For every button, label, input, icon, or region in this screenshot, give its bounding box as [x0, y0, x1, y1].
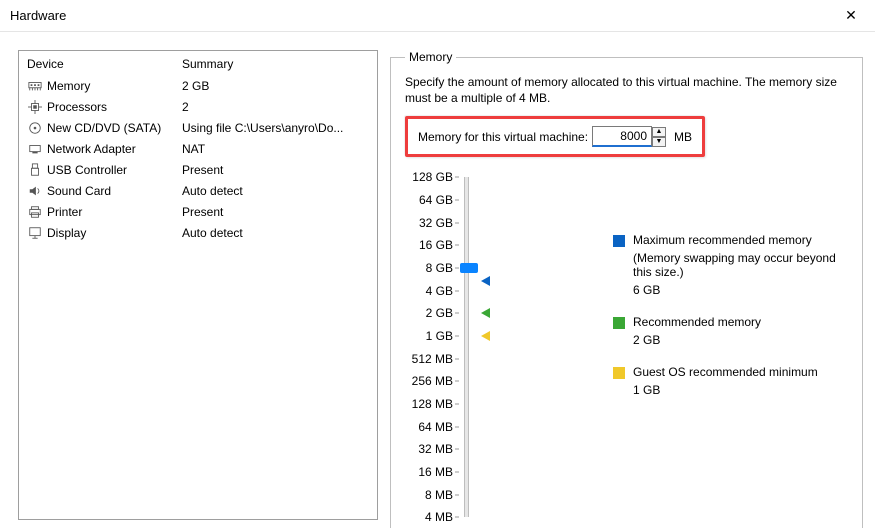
- slider-thumb[interactable]: [460, 263, 478, 273]
- slider-track[interactable]: [464, 177, 469, 517]
- memory-group-title: Memory: [405, 50, 456, 64]
- header-device: Device: [27, 57, 182, 71]
- legend-rec-label: Recommended memory: [633, 315, 761, 329]
- dialog-content: Device Summary Memory2 GBProcessors2New …: [0, 32, 875, 528]
- hardware-list-panel: Device Summary Memory2 GBProcessors2New …: [18, 50, 378, 520]
- tick-label: 16 MB: [418, 465, 453, 479]
- device-name: Network Adapter: [47, 142, 182, 156]
- hardware-row[interactable]: PrinterPresent: [27, 201, 369, 222]
- hardware-row[interactable]: Sound CardAuto detect: [27, 180, 369, 201]
- tick-label: 512 MB: [412, 352, 453, 366]
- memory-input-label: Memory for this virtual machine:: [418, 130, 592, 144]
- hardware-row[interactable]: New CD/DVD (SATA)Using file C:\Users\any…: [27, 117, 369, 138]
- memory-group: Memory Specify the amount of memory allo…: [390, 50, 863, 528]
- memory-spinner: ▲ ▼: [652, 127, 666, 147]
- device-summary: NAT: [182, 142, 369, 156]
- legend-min: Guest OS recommended minimum: [613, 365, 848, 379]
- tick-label: 16 GB: [419, 238, 453, 252]
- tick-label: 64 MB: [418, 420, 453, 434]
- tick-label: 1 GB: [426, 329, 453, 343]
- header-summary: Summary: [182, 57, 233, 71]
- usb-icon: [27, 162, 43, 178]
- tick-label: 128 GB: [412, 170, 453, 184]
- tick-label: 32 GB: [419, 216, 453, 230]
- swatch-yellow-icon: [613, 367, 625, 379]
- printer-icon: [27, 204, 43, 220]
- hardware-rows: Memory2 GBProcessors2New CD/DVD (SATA)Us…: [19, 75, 377, 249]
- legend-rec-value: 2 GB: [633, 333, 848, 347]
- memory-description: Specify the amount of memory allocated t…: [405, 74, 848, 106]
- legend-min-label: Guest OS recommended minimum: [633, 365, 818, 379]
- memory-input-highlight: Memory for this virtual machine: ▲ ▼ MB: [405, 116, 705, 157]
- nic-icon: [27, 141, 43, 157]
- memory-spinner-up[interactable]: ▲: [652, 127, 666, 137]
- tick-label: 64 GB: [419, 193, 453, 207]
- device-name: Printer: [47, 205, 182, 219]
- legend-max-note: (Memory swapping may occur beyond this s…: [633, 251, 848, 279]
- memory-unit: MB: [674, 130, 692, 144]
- hardware-row[interactable]: DisplayAuto detect: [27, 222, 369, 243]
- legend-max-value: 6 GB: [633, 283, 848, 297]
- window-titlebar: Hardware ✕: [0, 0, 875, 32]
- device-summary: Auto detect: [182, 184, 369, 198]
- memory-value-input[interactable]: [592, 126, 652, 147]
- hardware-row[interactable]: Processors2: [27, 96, 369, 117]
- tick-label: 4 GB: [426, 284, 453, 298]
- cpu-icon: [27, 99, 43, 115]
- hardware-row[interactable]: USB ControllerPresent: [27, 159, 369, 180]
- legend-rec: Recommended memory: [613, 315, 848, 329]
- marker-rec-icon: [481, 308, 490, 318]
- marker-max-icon: [481, 276, 490, 286]
- memory-spinner-down[interactable]: ▼: [652, 137, 666, 147]
- device-name: Display: [47, 226, 182, 240]
- hardware-row[interactable]: Network AdapterNAT: [27, 138, 369, 159]
- display-icon: [27, 225, 43, 241]
- device-name: Processors: [47, 100, 182, 114]
- tick-label: 4 MB: [425, 510, 453, 524]
- ram-icon: [27, 78, 43, 94]
- device-summary: Present: [182, 205, 369, 219]
- slider-tick-labels: 128 GB64 GB32 GB16 GB8 GB4 GB2 GB1 GB512…: [405, 177, 459, 517]
- hardware-row[interactable]: Memory2 GB: [27, 75, 369, 96]
- device-name: New CD/DVD (SATA): [47, 121, 182, 135]
- legend-max-label: Maximum recommended memory: [633, 233, 812, 247]
- tick-label: 256 MB: [412, 374, 453, 388]
- sound-icon: [27, 183, 43, 199]
- legend-max: Maximum recommended memory: [613, 233, 848, 247]
- device-name: Sound Card: [47, 184, 182, 198]
- tick-label: 8 MB: [425, 488, 453, 502]
- device-summary: Using file C:\Users\anyro\Do...: [182, 121, 369, 135]
- device-name: Memory: [47, 79, 182, 93]
- device-summary: 2 GB: [182, 79, 369, 93]
- device-name: USB Controller: [47, 163, 182, 177]
- swatch-green-icon: [613, 317, 625, 329]
- marker-min-icon: [481, 331, 490, 341]
- legend-min-value: 1 GB: [633, 383, 848, 397]
- device-summary: 2: [182, 100, 369, 114]
- slider-legend-column: Maximum recommended memory (Memory swapp…: [483, 177, 848, 517]
- tick-label: 2 GB: [426, 306, 453, 320]
- disc-icon: [27, 120, 43, 136]
- memory-settings-panel: Memory Specify the amount of memory allo…: [390, 50, 863, 528]
- tick-label: 32 MB: [418, 442, 453, 456]
- tick-label: 128 MB: [412, 397, 453, 411]
- memory-slider-area: 128 GB64 GB32 GB16 GB8 GB4 GB2 GB1 GB512…: [405, 177, 848, 517]
- tick-label: 8 GB: [426, 261, 453, 275]
- device-summary: Auto detect: [182, 226, 369, 240]
- device-summary: Present: [182, 163, 369, 177]
- close-icon[interactable]: ✕: [837, 2, 865, 30]
- window-title: Hardware: [10, 8, 66, 23]
- hardware-list-header: Device Summary: [19, 51, 377, 75]
- swatch-blue-icon: [613, 235, 625, 247]
- slider-track-column: [459, 177, 483, 517]
